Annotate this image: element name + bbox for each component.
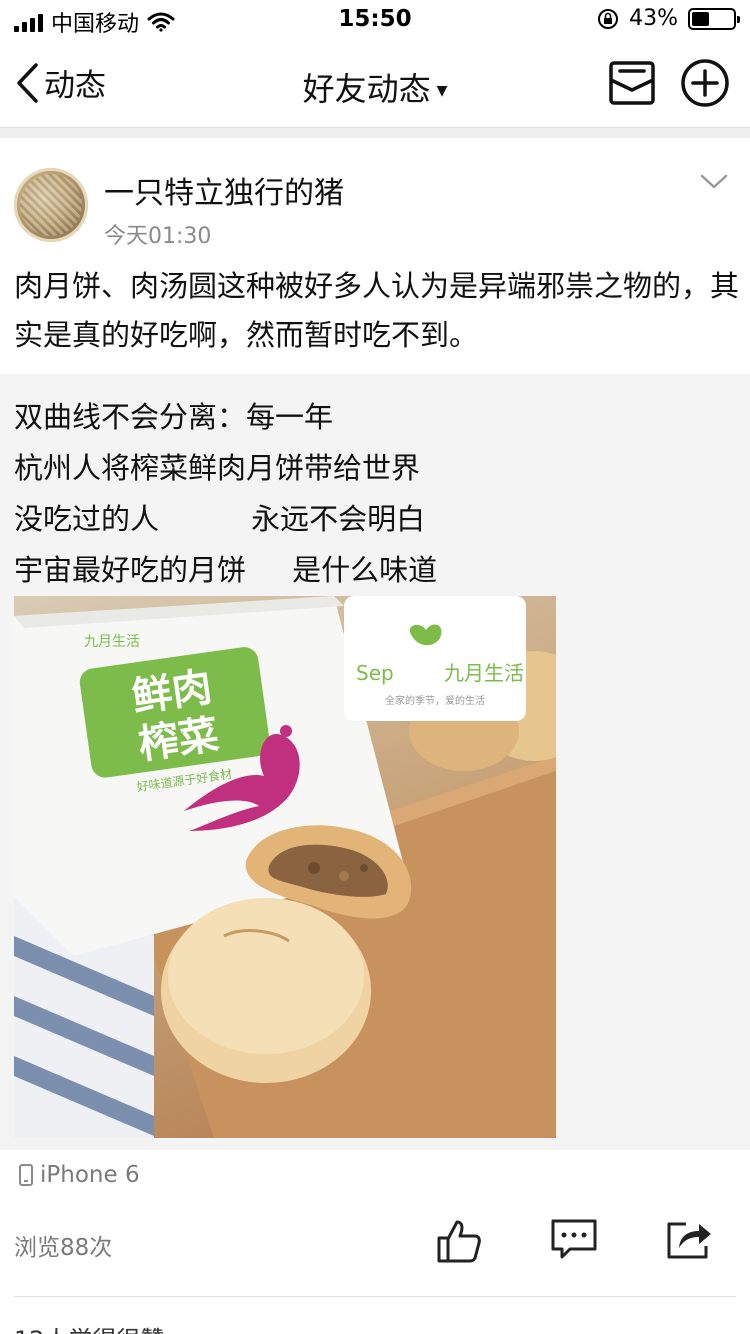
author-name[interactable]: 一只特立独行的猪	[104, 168, 344, 212]
device-info: iPhone 6	[18, 1162, 140, 1188]
rotation-lock-icon	[598, 8, 619, 29]
brand-en: Sep	[356, 661, 394, 685]
comment-icon[interactable]	[550, 1218, 598, 1260]
shared-line: 宇宙最好吃的月饼 是什么味道	[14, 553, 438, 587]
chevron-down-icon[interactable]	[700, 174, 728, 190]
shared-line: 双曲线不会分离：每一年	[14, 400, 334, 434]
like-icon[interactable]	[436, 1218, 482, 1264]
shared-content-card[interactable]: 双曲线不会分离：每一年 杭州人将榨菜鲜肉月饼带给世界 没吃过的人 永远不会明白 …	[0, 374, 750, 1150]
battery-fill	[692, 11, 710, 26]
like-summary[interactable]: 12人觉得很赞	[14, 1320, 165, 1334]
bag-brand: 九月生活	[84, 634, 140, 650]
avatar[interactable]	[14, 168, 88, 242]
nav-actions	[608, 58, 730, 108]
post-photo[interactable]: 鲜肉 榨菜 好味道源于好食材 九月生活 Sep 九月生活 全家的季节，爱的生活	[14, 596, 556, 1138]
status-bar: 中国移动 15:50 43%	[0, 0, 750, 40]
whole-mooncake	[161, 898, 371, 1083]
post-timestamp: 今天01:30	[104, 224, 212, 249]
divider	[14, 1296, 736, 1297]
phone-icon	[19, 1164, 33, 1186]
battery-icon	[688, 7, 740, 30]
status-right: 43%	[597, 6, 740, 31]
post-actions	[436, 1218, 714, 1264]
caret-down-icon: ▼	[436, 83, 448, 99]
brand-card: Sep 九月生活 全家的季节，爱的生活	[344, 596, 526, 721]
device-name: iPhone 6	[40, 1162, 140, 1188]
battery-percent: 43%	[629, 6, 678, 31]
nav-bar: 动态 好友动态 ▼	[0, 40, 750, 128]
view-count: 浏览88次	[14, 1235, 113, 1261]
mooncake-photo-illustration: 鲜肉 榨菜 好味道源于好食材 九月生活 Sep 九月生活 全家的季节，爱的生活	[14, 596, 556, 1138]
likes-text: 12人觉得很赞	[14, 1326, 165, 1334]
shared-line: 没吃过的人 永远不会明白	[14, 502, 426, 536]
shared-text: 双曲线不会分离：每一年 杭州人将榨菜鲜肉月饼带给世界 没吃过的人 永远不会明白 …	[14, 392, 437, 596]
brand-tagline: 全家的季节，爱的生活	[385, 694, 485, 707]
post-text: 肉月饼、肉汤圆这种被好多人认为是异端邪祟之物的，其实是真的好吃啊，然而暂时吃不到…	[14, 269, 740, 352]
post-header: 一只特立独行的猪 今天01:30	[0, 138, 750, 249]
add-circle-icon[interactable]	[680, 58, 730, 108]
shared-line: 杭州人将榨菜鲜肉月饼带给世界	[14, 451, 421, 485]
section-separator	[0, 128, 750, 138]
page-title: 好友动态	[302, 70, 431, 108]
brand-cn: 九月生活	[444, 661, 524, 685]
share-icon[interactable]	[666, 1218, 714, 1260]
message-box-icon[interactable]	[608, 60, 656, 106]
